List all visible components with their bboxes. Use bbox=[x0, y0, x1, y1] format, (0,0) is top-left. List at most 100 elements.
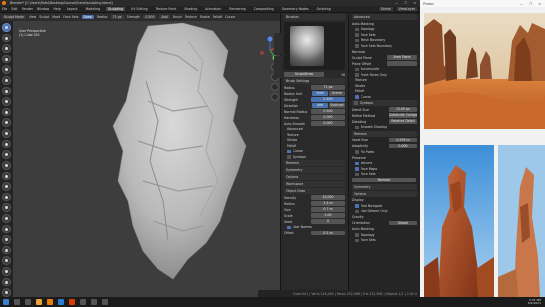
maximize-button[interactable]: ☐ bbox=[404, 1, 407, 5]
tab-animation[interactable]: Animation bbox=[203, 7, 223, 11]
tab-modeling[interactable]: Modeling bbox=[84, 7, 103, 11]
falloff-section[interactable]: Falloff bbox=[355, 89, 364, 93]
dyntopo-checkbox[interactable] bbox=[287, 155, 291, 159]
direction-subtract[interactable]: Subtract bbox=[329, 103, 345, 108]
menu-help[interactable]: Help bbox=[53, 7, 60, 11]
cursor-subpanel[interactable]: Cursor bbox=[293, 149, 303, 153]
remesh-section-header[interactable]: Remesh bbox=[354, 132, 367, 136]
remesh-button[interactable]: Remesh bbox=[352, 177, 416, 183]
elastic-deform-brush-icon[interactable] bbox=[2, 192, 11, 202]
radius2-field[interactable]: 1.4 m bbox=[311, 201, 345, 206]
tab-texture-paint[interactable]: Texture Paint bbox=[154, 7, 179, 11]
advanced-header[interactable]: Advanced bbox=[354, 15, 370, 19]
remesh-header[interactable]: Remesh bbox=[286, 161, 299, 165]
user-names-checkbox[interactable] bbox=[287, 225, 291, 229]
voxel-size-field[interactable]: 0.295 m bbox=[389, 137, 417, 143]
menu-window[interactable]: Window bbox=[37, 7, 50, 11]
options-face-sets-checkbox[interactable] bbox=[355, 238, 359, 242]
options-header[interactable]: Options bbox=[286, 175, 298, 179]
size-field[interactable]: 0.7 m bbox=[311, 207, 345, 212]
brushes-header[interactable]: Brushes bbox=[286, 15, 299, 19]
falloff-subpanel[interactable]: Falloff bbox=[287, 144, 296, 148]
photos-minimize-button[interactable]: — bbox=[520, 2, 523, 6]
radius-unit-view[interactable]: View bbox=[312, 91, 328, 96]
photos-maximize-button[interactable]: ☐ bbox=[529, 2, 532, 6]
mesh-boundary-checkbox[interactable] bbox=[355, 38, 359, 42]
texture-subpanel[interactable]: Texture bbox=[287, 133, 299, 137]
auto-smooth-field[interactable]: 0.000 bbox=[311, 121, 345, 126]
close-button[interactable]: ✕ bbox=[413, 1, 416, 5]
orientation-dropdown[interactable]: Global bbox=[389, 220, 417, 226]
topology-checkbox[interactable] bbox=[355, 27, 359, 31]
cursor-section-checkbox[interactable] bbox=[355, 95, 359, 99]
fill-brush-icon[interactable] bbox=[2, 139, 11, 149]
menu-render[interactable]: Render bbox=[22, 7, 33, 11]
layer-brush-icon[interactable] bbox=[2, 76, 11, 85]
menu-mask[interactable]: Mask bbox=[52, 15, 60, 19]
menu-edit[interactable]: Edit bbox=[11, 7, 17, 11]
radius-field[interactable]: 71 px bbox=[110, 15, 124, 19]
offset-field[interactable]: 0.1 m bbox=[311, 230, 345, 236]
photos-taskbar-icon[interactable] bbox=[58, 299, 64, 305]
tab-rendering[interactable]: Rendering bbox=[227, 7, 247, 11]
menu-sculpt[interactable]: Sculpt bbox=[39, 15, 49, 19]
simplify-brush-icon[interactable] bbox=[2, 288, 11, 297]
dyntopo-enable-checkbox[interactable] bbox=[354, 101, 358, 105]
workspace-header[interactable]: Workspace bbox=[286, 182, 303, 186]
inflate-brush-icon[interactable] bbox=[2, 86, 11, 96]
preserve-face-maps-checkbox[interactable] bbox=[355, 167, 359, 171]
grid-icon[interactable] bbox=[271, 93, 279, 101]
browser-icon[interactable] bbox=[69, 299, 75, 305]
flatten-brush-icon[interactable] bbox=[2, 129, 11, 138]
clay-brush-icon[interactable] bbox=[2, 44, 11, 53]
pinch-brush-icon[interactable] bbox=[2, 171, 11, 181]
snake-hook-brush-icon[interactable] bbox=[2, 203, 11, 212]
cursor-checkbox[interactable] bbox=[287, 149, 291, 153]
seed-field[interactable]: 0 bbox=[311, 219, 345, 224]
scene-selector[interactable]: Scene bbox=[378, 7, 393, 11]
options-topology-checkbox[interactable] bbox=[355, 233, 359, 237]
hardness-field[interactable]: 0.000 bbox=[311, 115, 345, 120]
app-icon[interactable] bbox=[91, 299, 97, 305]
system-clock[interactable]: 3:31 PM 3/9/2021 bbox=[528, 298, 545, 306]
rotate-brush-icon[interactable] bbox=[2, 245, 11, 255]
direction-add[interactable]: Add bbox=[312, 103, 328, 108]
strength-field[interactable]: 0.500 bbox=[143, 15, 157, 19]
menu-view[interactable]: View bbox=[29, 15, 37, 19]
deform-only-checkbox[interactable] bbox=[355, 209, 359, 213]
object-data-header[interactable]: Object Data bbox=[286, 189, 305, 193]
tab-tool[interactable] bbox=[274, 33, 281, 55]
app-icon[interactable] bbox=[102, 299, 108, 305]
tab-uv-editing[interactable]: UV Editing bbox=[129, 7, 150, 11]
smooth-brush-icon[interactable] bbox=[2, 118, 11, 128]
task-view-icon[interactable] bbox=[25, 299, 31, 305]
cloth-brush-icon[interactable] bbox=[2, 277, 11, 287]
photos-close-button[interactable]: ✕ bbox=[538, 2, 541, 6]
face-sets-boundary-checkbox[interactable] bbox=[355, 44, 359, 48]
normal-radius-field[interactable]: 0.500 bbox=[311, 109, 345, 114]
blob-brush-icon[interactable] bbox=[2, 97, 11, 106]
smooth-shading-checkbox[interactable] bbox=[355, 125, 359, 129]
detail-size-field[interactable]: 12.00 px bbox=[389, 107, 417, 112]
direction-toggle[interactable]: Add bbox=[159, 15, 170, 19]
brush-name-field[interactable]: SculptDraw bbox=[284, 72, 324, 77]
file-explorer-icon[interactable] bbox=[36, 299, 42, 305]
advanced-subpanel[interactable]: Advanced bbox=[287, 127, 303, 131]
tab-view[interactable] bbox=[274, 56, 281, 78]
options-section-header[interactable]: Options bbox=[354, 192, 366, 196]
draw-brush-icon[interactable] bbox=[2, 23, 11, 32]
nudge-brush-icon[interactable] bbox=[2, 235, 11, 244]
blender-taskbar-icon[interactable] bbox=[47, 299, 53, 305]
photos-app-window[interactable]: Photos — ☐ ✕ bbox=[420, 0, 545, 297]
brush-settings-header[interactable]: Brush Settings bbox=[286, 79, 309, 83]
symmetry-section-header[interactable]: Symmetry bbox=[354, 185, 371, 189]
clay-thumb-brush-icon[interactable] bbox=[2, 65, 11, 75]
texture-section[interactable]: Texture bbox=[355, 78, 367, 82]
scrape-brush-icon[interactable] bbox=[2, 150, 11, 159]
tab-sculpting[interactable]: Sculpting bbox=[106, 7, 125, 11]
draw-sharp-brush-icon[interactable] bbox=[2, 33, 11, 43]
stroke-menu[interactable]: Stroke bbox=[200, 15, 210, 19]
texture-menu[interactable]: Texture bbox=[185, 15, 197, 19]
fix-poles-checkbox[interactable] bbox=[355, 150, 359, 154]
radius-field[interactable]: 71 px bbox=[311, 85, 345, 90]
